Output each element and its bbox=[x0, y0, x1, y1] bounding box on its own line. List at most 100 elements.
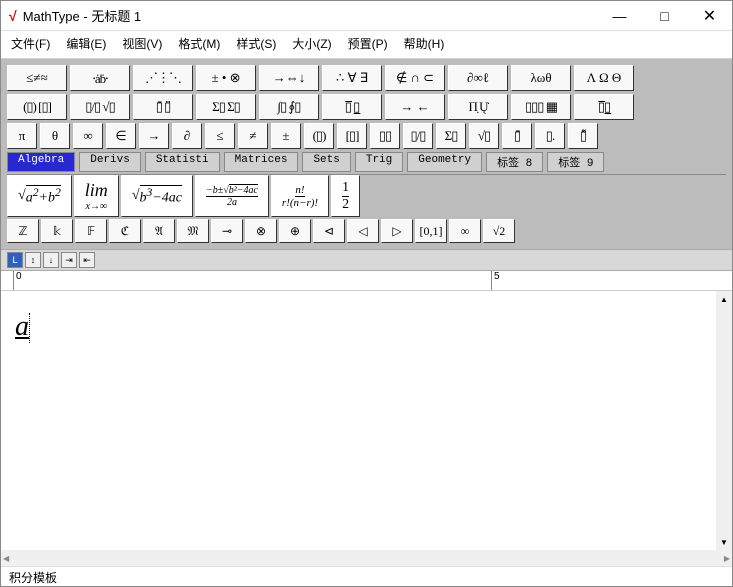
infinity-small-button[interactable]: ∞ bbox=[449, 219, 481, 243]
menu-size[interactable]: 大小(Z) bbox=[292, 35, 331, 52]
overbar-button[interactable]: ▯̅ ▯̲ bbox=[322, 94, 382, 120]
tab-statisti[interactable]: Statisti bbox=[145, 152, 220, 172]
hat-button[interactable]: ▯͌ bbox=[568, 123, 598, 149]
open-triangleleft-button[interactable]: ◁ bbox=[347, 219, 379, 243]
oplus-button[interactable]: ⊕ bbox=[279, 219, 311, 243]
expr-combination[interactable]: n!r!(n−r)! bbox=[271, 175, 329, 217]
summation-button[interactable]: Σ▯ Σ▯ bbox=[196, 94, 256, 120]
menu-view[interactable]: 视图(V) bbox=[122, 35, 162, 52]
menu-format[interactable]: 格式(M) bbox=[178, 35, 220, 52]
maximize-button[interactable]: □ bbox=[642, 1, 687, 31]
leq-button[interactable]: ≤ bbox=[205, 123, 235, 149]
bar-button[interactable]: ▯̄ bbox=[502, 123, 532, 149]
sqrt-button[interactable]: √▯ bbox=[469, 123, 499, 149]
menu-preferences[interactable]: 预置(P) bbox=[348, 35, 388, 52]
sqrt2-button[interactable]: √2 bbox=[483, 219, 515, 243]
misc-symbols-button[interactable]: ∂∞ℓ bbox=[448, 65, 508, 91]
text-cursor bbox=[29, 313, 30, 343]
boxes-button[interactable]: ▯̅▯̲ bbox=[574, 94, 634, 120]
tab-row: Algebra Derivs Statisti Matrices Sets Tr… bbox=[7, 152, 726, 172]
element-of-button[interactable]: ∈ bbox=[106, 123, 136, 149]
menu-bar: 文件(F) 编辑(E) 视图(V) 格式(M) 样式(S) 大小(Z) 预置(P… bbox=[1, 31, 732, 59]
align-left-button[interactable]: L bbox=[7, 252, 23, 268]
parens-button[interactable]: (▯) bbox=[304, 123, 334, 149]
expr-pythagoras[interactable]: √a2+b2 bbox=[7, 175, 72, 217]
theta-button[interactable]: θ bbox=[40, 123, 70, 149]
set-theory-button[interactable]: ∉ ∩ ⊂ bbox=[385, 65, 445, 91]
tab-9[interactable]: 标签 9 bbox=[547, 152, 604, 172]
bb-k-button[interactable]: 𝕜 bbox=[41, 219, 73, 243]
frak-c-button[interactable]: ℭ bbox=[109, 219, 141, 243]
close-button[interactable]: ✕ bbox=[687, 1, 732, 31]
frak-m-button[interactable]: 𝔐 bbox=[177, 219, 209, 243]
tab-matrices[interactable]: Matrices bbox=[224, 152, 299, 172]
pm-button[interactable]: ± bbox=[271, 123, 301, 149]
greek-upper-button[interactable]: Λ Ω Θ bbox=[574, 65, 634, 91]
frak-f-button[interactable]: 𝔽 bbox=[75, 219, 107, 243]
expr-discriminant[interactable]: √b3−4ac bbox=[121, 175, 193, 217]
pi-button[interactable]: π bbox=[7, 123, 37, 149]
spaces-button[interactable]: ⸱ȧḃ⸱ bbox=[70, 65, 130, 91]
title-bar: √ MathType - 无标题 1 — □ ✕ bbox=[1, 1, 732, 31]
bb-z-button[interactable]: ℤ bbox=[7, 219, 39, 243]
arrows-button[interactable]: →⇔↓ bbox=[259, 65, 319, 91]
frak-a-button[interactable]: 𝔄 bbox=[143, 219, 175, 243]
align-decimal-button[interactable]: ⇥ bbox=[61, 252, 77, 268]
menu-help[interactable]: 帮助(H) bbox=[404, 35, 445, 52]
tab-algebra[interactable]: Algebra bbox=[7, 152, 75, 172]
editor-text: a bbox=[15, 311, 29, 342]
expr-half[interactable]: 12 bbox=[331, 175, 360, 217]
triangleleft-button[interactable]: ⊲ bbox=[313, 219, 345, 243]
partial-button[interactable]: ∂ bbox=[172, 123, 202, 149]
sup-button[interactable]: ▯▯ bbox=[370, 123, 400, 149]
palette-row-3: π θ ∞ ∈ → ∂ ≤ ≠ ± (▯) [▯] ▯▯ ▯/▯ Σ▯ √▯ ▯… bbox=[7, 123, 726, 149]
tab-sets[interactable]: Sets bbox=[302, 152, 350, 172]
matrices-button[interactable]: ▯▯▯ ▦ bbox=[511, 94, 571, 120]
horizontal-scrollbar[interactable]: ◀▶ bbox=[1, 550, 732, 566]
align-toolbar: L ↕ ↓ ⇥ ⇤ bbox=[1, 250, 732, 271]
window-title: MathType - 无标题 1 bbox=[23, 6, 141, 25]
ruler-tick-5: 5 bbox=[491, 271, 500, 290]
align-equals-button[interactable]: ⇤ bbox=[79, 252, 95, 268]
align-right-button[interactable]: ↓ bbox=[43, 252, 59, 268]
products-button[interactable]: Π̣ Ų̇ bbox=[448, 94, 508, 120]
equation-editor[interactable]: a bbox=[1, 291, 732, 550]
operators-button[interactable]: ± • ⊗ bbox=[196, 65, 256, 91]
otimes-button[interactable]: ⊗ bbox=[245, 219, 277, 243]
fractions-radicals-button[interactable]: ▯/▯ √▯ bbox=[70, 94, 130, 120]
tab-trig[interactable]: Trig bbox=[355, 152, 403, 172]
minimize-button[interactable]: — bbox=[597, 1, 642, 31]
menu-edit[interactable]: 编辑(E) bbox=[66, 35, 106, 52]
dot-button[interactable]: ▯. bbox=[535, 123, 565, 149]
subsup-button[interactable]: ▯̄ ▯̈ bbox=[133, 94, 193, 120]
interval-button[interactable]: [0,1] bbox=[415, 219, 447, 243]
symbol-palette: ≤≠≈ ⸱ȧḃ⸱ ⋰⋮⋱ ± • ⊗ →⇔↓ ∴ ∀ ∃ ∉ ∩ ⊂ ∂∞ℓ λ… bbox=[1, 59, 732, 250]
sum-button[interactable]: Σ▯ bbox=[436, 123, 466, 149]
arrow-right-button[interactable]: → bbox=[139, 123, 169, 149]
labeled-arrows-button[interactable]: → ← bbox=[385, 94, 445, 120]
greek-lower-button[interactable]: λωθ bbox=[511, 65, 571, 91]
expr-limit[interactable]: limx→∞ bbox=[74, 175, 119, 217]
logic-button[interactable]: ∴ ∀ ∃ bbox=[322, 65, 382, 91]
fraction-button[interactable]: ▯/▯ bbox=[403, 123, 433, 149]
align-center-button[interactable]: ↕ bbox=[25, 252, 41, 268]
menu-file[interactable]: 文件(F) bbox=[11, 35, 50, 52]
small-symbol-row: ℤ 𝕜 𝔽 ℭ 𝔄 𝔐 ⊸ ⊗ ⊕ ⊲ ◁ ▷ [0,1] ∞ √2 bbox=[7, 219, 726, 243]
menu-style[interactable]: 样式(S) bbox=[236, 35, 276, 52]
relations-button[interactable]: ≤≠≈ bbox=[7, 65, 67, 91]
vertical-scrollbar[interactable] bbox=[716, 291, 732, 550]
expr-quadratic[interactable]: −b±√b²−4ac2a bbox=[195, 175, 269, 217]
infinity-button[interactable]: ∞ bbox=[73, 123, 103, 149]
open-triangleright-button[interactable]: ▷ bbox=[381, 219, 413, 243]
fences-button[interactable]: (▯) [▯] bbox=[7, 94, 67, 120]
brackets-button[interactable]: [▯] bbox=[337, 123, 367, 149]
ellipses-button[interactable]: ⋰⋮⋱ bbox=[133, 65, 193, 91]
tab-derivs[interactable]: Derivs bbox=[79, 152, 141, 172]
multimap-button[interactable]: ⊸ bbox=[211, 219, 243, 243]
neq-button[interactable]: ≠ bbox=[238, 123, 268, 149]
tab-8[interactable]: 标签 8 bbox=[486, 152, 543, 172]
tab-geometry[interactable]: Geometry bbox=[407, 152, 482, 172]
editor-content[interactable]: a bbox=[1, 291, 732, 363]
integrals-button[interactable]: ∫▯ ∮▯ bbox=[259, 94, 319, 120]
ruler[interactable]: 0 5 bbox=[1, 271, 732, 291]
